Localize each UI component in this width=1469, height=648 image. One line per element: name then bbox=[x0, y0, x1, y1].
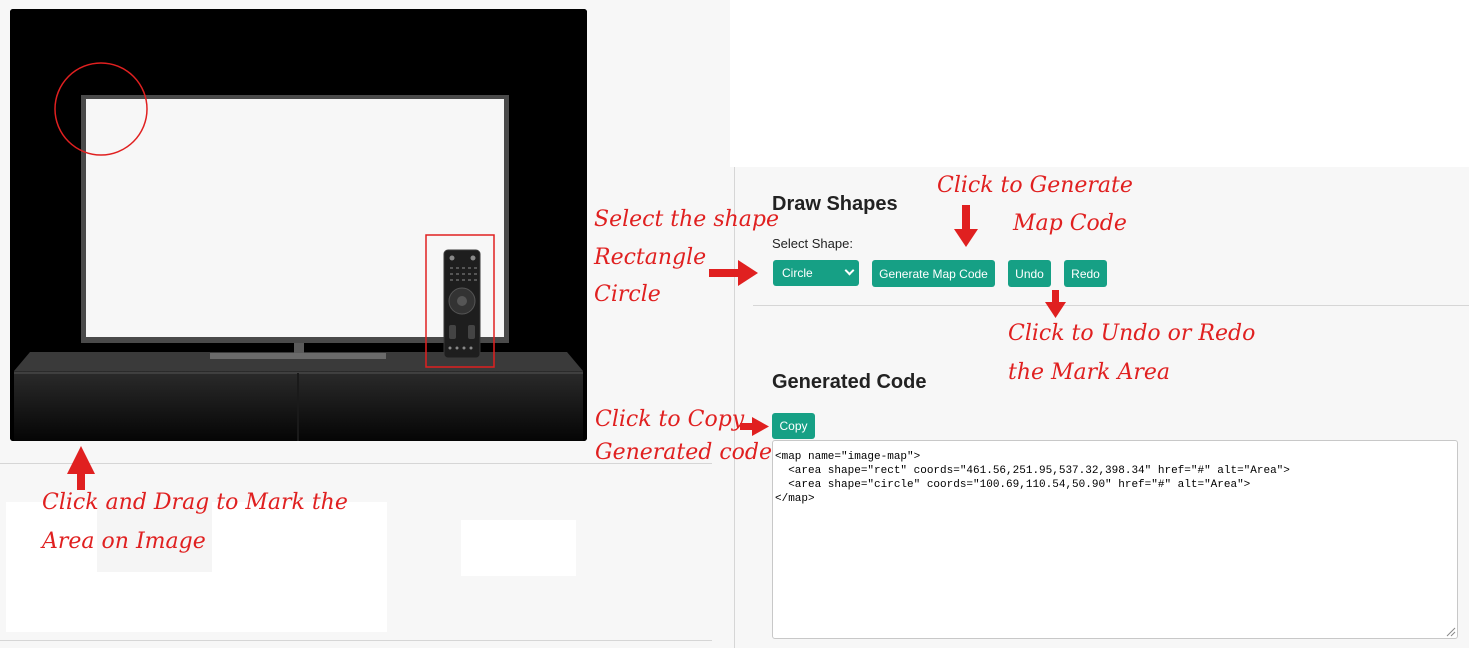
red-arrow-icon bbox=[67, 446, 95, 490]
bottom-mid-blank bbox=[461, 520, 576, 576]
annotation-generate-1: Click to Generate bbox=[937, 173, 1133, 198]
code-line: <area shape="rect" coords="461.56,251.95… bbox=[775, 465, 1290, 477]
annotation-shape-3: Circle bbox=[594, 282, 661, 307]
generated-code-title: Generated Code bbox=[772, 371, 927, 393]
television-icon bbox=[10, 9, 587, 441]
shape-select-value: Circle bbox=[782, 266, 813, 280]
annotation-shape-2: Rectangle bbox=[594, 245, 707, 270]
annotation-copy-1: Click to Copy bbox=[595, 407, 745, 432]
annotation-copy-2: Generated code bbox=[595, 440, 773, 465]
shape-select[interactable]: Circle bbox=[773, 260, 859, 286]
red-arrow-icon bbox=[954, 205, 978, 247]
annotation-drag-2: Area on Image bbox=[42, 529, 206, 554]
copy-button[interactable]: Copy bbox=[772, 413, 815, 439]
chevron-down-icon bbox=[844, 265, 855, 276]
resize-grip-icon[interactable] bbox=[1446, 627, 1456, 637]
annotation-drag-1: Click and Drag to Mark the bbox=[42, 490, 348, 515]
red-arrow-icon bbox=[1045, 290, 1066, 318]
remote-control-icon bbox=[443, 249, 481, 359]
top-right-blank bbox=[730, 0, 1469, 167]
annotation-generate-2: Map Code bbox=[1013, 211, 1127, 236]
red-arrow-icon bbox=[740, 417, 769, 436]
left-hr-bottom bbox=[0, 640, 712, 641]
right-hr bbox=[753, 305, 1469, 306]
annotation-undo-1: Click to Undo or Redo bbox=[1008, 321, 1256, 346]
generated-code-textarea[interactable]: <map name="image-map"> <area shape="rect… bbox=[772, 440, 1458, 639]
annotation-undo-2: the Mark Area bbox=[1008, 360, 1171, 385]
code-line: <area shape="circle" coords="100.69,110.… bbox=[775, 479, 1251, 491]
undo-button[interactable]: Undo bbox=[1008, 260, 1051, 287]
annotation-shape-1: Select the shape bbox=[594, 207, 780, 232]
image-canvas[interactable] bbox=[10, 9, 587, 441]
code-line: </map> bbox=[775, 493, 815, 505]
redo-button[interactable]: Redo bbox=[1064, 260, 1107, 287]
generate-map-code-button[interactable]: Generate Map Code bbox=[872, 260, 995, 287]
select-shape-label: Select Shape: bbox=[772, 236, 853, 251]
draw-shapes-title: Draw Shapes bbox=[772, 193, 898, 215]
code-line: <map name="image-map"> bbox=[775, 451, 921, 463]
